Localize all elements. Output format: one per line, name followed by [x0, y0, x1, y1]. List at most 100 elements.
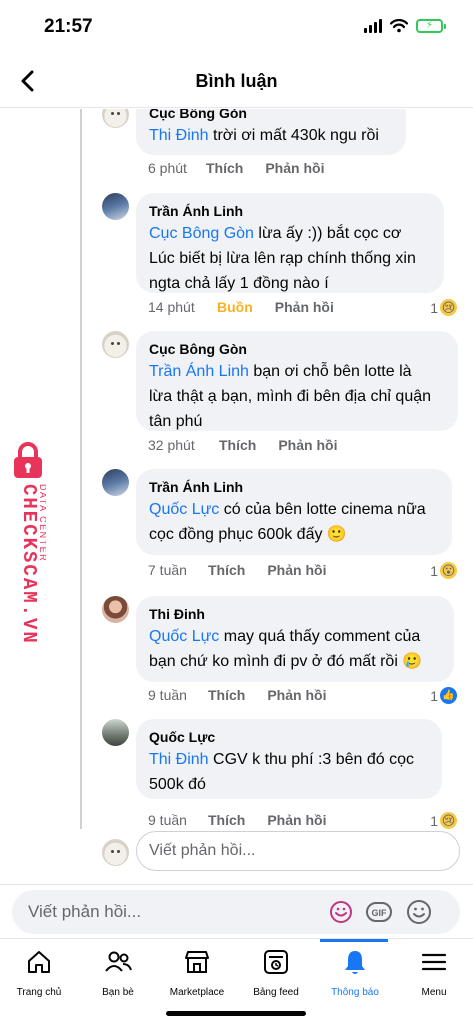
avatar	[102, 839, 129, 866]
tab-home[interactable]: Trang chủ	[0, 947, 78, 1003]
reply-button[interactable]: Phản hồi	[267, 562, 326, 578]
comment-bubble[interactable]: Thi Đinh Quốc Lực may quá thấy comment c…	[136, 596, 454, 682]
comment-text: Thi Đinh CGV k thu phí :3 bên đó cọc 500k…	[149, 751, 415, 793]
like-button[interactable]: Thích	[208, 562, 245, 578]
comment-time: 9 tuần	[148, 687, 187, 703]
tab-marketplace[interactable]: Marketplace	[158, 947, 236, 1003]
reply-button[interactable]: Phản hồi	[267, 812, 326, 828]
reply-input[interactable]: Viết phản hồi...	[136, 831, 460, 871]
reaction-count: 1	[430, 299, 438, 316]
sad-emoji-icon: 😢	[440, 812, 457, 829]
comment-author[interactable]: Cục Bông Gòn	[149, 109, 392, 122]
mention-link[interactable]: Cục Bông Gòn	[149, 225, 254, 242]
comment-meta: 7 tuần Thích Phản hồi	[148, 562, 348, 578]
tab-label: Trang chủ	[16, 987, 62, 998]
sad-emoji-icon: 😢	[440, 299, 457, 316]
avatar[interactable]	[102, 331, 129, 358]
avatar[interactable]	[102, 469, 129, 496]
lock-icon	[14, 442, 42, 478]
bell-icon	[345, 951, 365, 974]
mention-link[interactable]: Quốc Lực	[149, 501, 219, 518]
comment-bubble[interactable]: Trần Ánh Linh Quốc Lực có của bên lotte …	[136, 469, 452, 555]
comment-meta: 14 phút Buồn Phản hồi	[148, 299, 356, 315]
mention-link[interactable]: Thi Đinh	[149, 751, 209, 768]
avatar[interactable]	[102, 193, 129, 220]
inline-reply-row: Viết phản hồi...	[0, 831, 473, 873]
like-button[interactable]: Thích	[208, 687, 245, 703]
mention-link[interactable]: Quốc Lực	[149, 628, 219, 645]
status-bar: 21:57 ⚡	[0, 0, 473, 54]
like-button[interactable]: Thích	[206, 160, 243, 176]
comment-text: Trần Ánh Linh bạn ơi chỗ bên lotte là lừa…	[149, 363, 432, 430]
mention-link[interactable]: Thi Đinh	[149, 127, 209, 144]
comment-bubble[interactable]: Cục Bông Gòn Trần Ánh Linh bạn ơi chỗ bê…	[136, 331, 458, 431]
comment-time: 32 phút	[148, 437, 195, 453]
header: Bình luận	[0, 54, 473, 108]
home-indicator	[166, 1011, 306, 1016]
reply-button[interactable]: Phản hồi	[267, 687, 326, 703]
friends-icon	[105, 951, 132, 972]
tab-notifications[interactable]: Thông báo	[316, 947, 394, 1003]
comment-bubble[interactable]: Quốc Lực Thi Đinh CGV k thu phí :3 bên đ…	[136, 719, 442, 799]
reaction-summary[interactable]: 1 😢	[430, 299, 457, 316]
emoji-icon[interactable]	[406, 899, 432, 925]
avatar[interactable]	[102, 719, 129, 746]
comment-bubble[interactable]: Trần Ánh Linh Cục Bông Gòn lừa ấy :)) bắ…	[136, 193, 444, 293]
comment-input-placeholder: Viết phản hồi...	[28, 902, 142, 921]
avatar[interactable]	[102, 596, 129, 623]
feed-icon	[264, 950, 288, 974]
reaction-summary[interactable]: 1 😢	[430, 812, 457, 829]
watermark-sub: DATA CENTER	[38, 484, 46, 562]
reply-button[interactable]: Phản hồi	[275, 299, 334, 315]
composer-bar: Viết phản hồi... GIF	[0, 884, 473, 938]
comment-time: 7 tuần	[148, 562, 187, 578]
page-title: Bình luận	[195, 71, 278, 91]
mention-link[interactable]: Trần Ánh Linh	[149, 363, 249, 380]
wow-emoji-icon: 😮	[440, 562, 457, 579]
comment-time: 6 phút	[148, 160, 187, 176]
sad-reaction-button[interactable]: Buồn	[217, 299, 253, 315]
comment-bubble[interactable]: Cục Bông Gòn Thi Đinh trời ơi mất 430k n…	[136, 109, 406, 155]
like-button[interactable]: Thích	[208, 812, 245, 828]
reaction-summary[interactable]: 1 😮	[430, 562, 457, 579]
menu-icon	[421, 953, 447, 971]
comment-text: Quốc Lực có của bên lotte cinema nữa cọc …	[149, 501, 426, 543]
reaction-count: 1	[430, 812, 438, 829]
comment-author[interactable]: Thi Đinh	[149, 605, 440, 623]
comment-text: Quốc Lực may quá thấy comment của bạn chứ…	[149, 628, 423, 670]
reply-button[interactable]: Phản hồi	[278, 437, 337, 453]
comment-thread[interactable]: Cục Bông Gòn Thi Đinh trời ơi mất 430k n…	[0, 109, 473, 883]
checkscam-watermark: CHECKSCAM.VN DATA CENTER	[4, 440, 50, 670]
comment-meta: 9 tuần Thích Phản hồi	[148, 687, 348, 703]
like-button[interactable]: Thích	[219, 437, 256, 453]
avatar-sticker-icon[interactable]	[328, 899, 354, 925]
tab-label: Marketplace	[169, 987, 225, 998]
comment-author[interactable]: Trần Ánh Linh	[149, 202, 430, 220]
battery-charging-icon: ⚡	[416, 19, 446, 33]
reply-button[interactable]: Phản hồi	[265, 160, 324, 176]
comment-text: Thi Đinh trời ơi mất 430k ngu rồi	[149, 127, 379, 144]
avatar[interactable]	[102, 109, 129, 128]
tab-menu[interactable]: Menu	[395, 947, 473, 1003]
active-tab-indicator	[320, 939, 388, 942]
tab-label: Menu	[421, 987, 447, 998]
comment-meta: 6 phút Thích Phản hồi	[148, 160, 346, 176]
status-icons: ⚡	[364, 19, 446, 33]
cellular-signal-icon	[364, 19, 382, 33]
comment-author[interactable]: Quốc Lực	[149, 728, 428, 746]
comment-meta: 9 tuần Thích Phản hồi	[148, 812, 348, 828]
comment-input[interactable]: Viết phản hồi... GIF	[12, 890, 460, 934]
thread-line	[80, 109, 82, 829]
comment-time: 9 tuần	[148, 812, 187, 828]
gif-icon[interactable]: GIF	[366, 899, 392, 925]
comment-author[interactable]: Cục Bông Gòn	[149, 340, 444, 358]
tab-friends[interactable]: Bạn bè	[79, 947, 157, 1003]
reaction-summary[interactable]: 1 👍	[430, 687, 457, 704]
wifi-icon	[390, 19, 408, 33]
comment-author[interactable]: Trần Ánh Linh	[149, 478, 438, 496]
home-icon	[28, 951, 50, 973]
comment-meta: 32 phút Thích Phản hồi	[148, 437, 359, 453]
status-time: 21:57	[44, 16, 93, 37]
comment-text: Cục Bông Gòn lừa ấy :)) bắt cọc cơ Lúc bi…	[149, 225, 416, 292]
tab-feeds[interactable]: Bảng feed	[237, 947, 315, 1003]
